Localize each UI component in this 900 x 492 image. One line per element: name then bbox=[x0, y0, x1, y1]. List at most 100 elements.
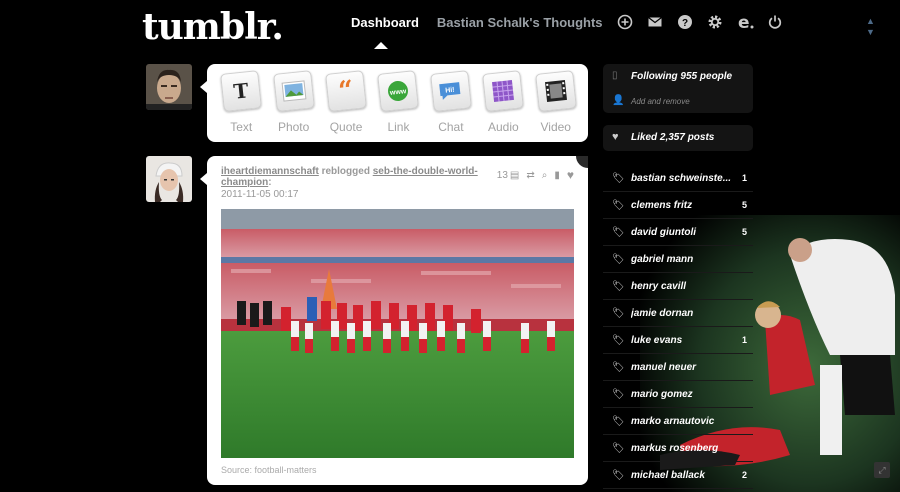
quote-icon: “ bbox=[325, 70, 367, 112]
scroll-arrows[interactable]: ▲ ▼ bbox=[866, 16, 875, 38]
tag-count: 5 bbox=[741, 200, 747, 210]
post-controls: 13 ▤ ⇄ ⌕ ▮ ♥ bbox=[490, 168, 574, 182]
help-icon[interactable]: ? bbox=[677, 14, 693, 30]
tag-row[interactable]: 🏷 mario gomez bbox=[603, 381, 753, 408]
tag-name: manuel neuer bbox=[631, 362, 697, 373]
tag-icon: 🏷 bbox=[612, 389, 625, 400]
tag-name: gabriel mann bbox=[631, 254, 694, 265]
expand-icon[interactable]: ⤢ bbox=[874, 462, 890, 478]
following-icon: ▯ bbox=[612, 70, 618, 81]
add-remove-link[interactable]: Add and remove bbox=[631, 97, 690, 106]
tag-count: 1 bbox=[741, 335, 747, 345]
nav-blog[interactable]: Bastian Schalk's Thoughts bbox=[437, 15, 603, 30]
tag-icon: 🏷 bbox=[612, 173, 625, 184]
tag-row[interactable]: 🏷 henry cavill bbox=[603, 273, 753, 300]
tag-name: luke evans bbox=[631, 335, 683, 346]
post-fold-corner[interactable] bbox=[576, 156, 588, 168]
chat-icon: Hi! bbox=[430, 70, 472, 112]
plus-circle-icon[interactable] bbox=[617, 14, 633, 30]
post-author-link[interactable]: iheartdiemannschaft bbox=[221, 166, 319, 177]
tag-row[interactable]: 🏷 jamie dornan bbox=[603, 300, 753, 327]
liked-count[interactable]: Liked 2,357 posts bbox=[631, 132, 714, 143]
tag-row[interactable]: 🏷 michael ballack 2 bbox=[603, 462, 753, 489]
tag-icon: 🏷 bbox=[612, 335, 625, 346]
tag-row[interactable]: 🏷 david giuntoli 5 bbox=[603, 219, 753, 246]
tag-row[interactable]: 🏷 luke evans 1 bbox=[603, 327, 753, 354]
post-type-link[interactable]: www Link bbox=[372, 70, 424, 142]
user-avatar[interactable] bbox=[146, 64, 192, 110]
post-type-photo[interactable]: Photo bbox=[267, 70, 319, 142]
post-date: 2011-11-05 00:17 bbox=[221, 189, 299, 200]
photo-icon bbox=[272, 70, 315, 112]
post-type-text[interactable]: T Text bbox=[215, 70, 267, 142]
post-type-label: Audio bbox=[487, 120, 519, 134]
tag-row[interactable]: 🏷 gabriel mann bbox=[603, 246, 753, 273]
post-type-video[interactable]: Video bbox=[530, 70, 582, 142]
bookmark-icon[interactable]: ▮ bbox=[554, 170, 560, 181]
svg-text:?: ? bbox=[681, 18, 687, 29]
audio-icon bbox=[482, 70, 525, 112]
post-type-quote[interactable]: “ Quote bbox=[320, 70, 372, 142]
tag-name: david giuntoli bbox=[631, 227, 696, 238]
tag-icon: 🏷 bbox=[612, 416, 625, 427]
tag-icon: 🏷 bbox=[612, 470, 625, 481]
link-icon: www bbox=[377, 70, 420, 112]
gear-icon[interactable] bbox=[707, 14, 723, 30]
post-type-label: Quote bbox=[329, 120, 363, 134]
heart-icon: ♥ bbox=[612, 131, 619, 143]
reblog-icon[interactable]: ⇄ bbox=[526, 170, 534, 181]
nav-dashboard[interactable]: Dashboard bbox=[351, 15, 419, 30]
post-card: iheartdiemannschaft reblogged seb-the-do… bbox=[207, 156, 588, 485]
post-type-chat[interactable]: Hi! Chat bbox=[425, 70, 477, 142]
post-header: iheartdiemannschaft reblogged seb-the-do… bbox=[221, 166, 478, 188]
tag-icon: 🏷 bbox=[612, 254, 625, 265]
heart-icon[interactable]: ♥ bbox=[567, 168, 574, 182]
tumblr-logo[interactable]: tumblr. bbox=[142, 6, 284, 48]
post-photo[interactable] bbox=[221, 209, 574, 458]
tag-row[interactable]: 🏷 bastian schweinste... 1 bbox=[603, 165, 753, 192]
following-box[interactable]: ▯ Following 955 people 👤 Add and remove bbox=[603, 64, 753, 113]
post-type-label: Video bbox=[540, 120, 571, 134]
tag-name: bastian schweinste... bbox=[631, 173, 732, 184]
tag-row[interactable]: 🏷 markus rosenberg bbox=[603, 435, 753, 462]
tracked-tags-list: 🏷 bastian schweinste... 1 🏷 clemens fritz 5 … bbox=[603, 165, 753, 489]
tag-icon: 🏷 bbox=[612, 281, 625, 292]
tag-name: marko arnautovic bbox=[631, 416, 715, 427]
post-action: reblogged bbox=[321, 166, 370, 177]
liked-box[interactable]: ♥ Liked 2,357 posts bbox=[603, 125, 753, 151]
post-composer: T Text Photo “ Quote www Link Hi! Chat A… bbox=[207, 64, 588, 142]
power-icon[interactable] bbox=[767, 14, 783, 30]
tag-name: markus rosenberg bbox=[631, 443, 719, 454]
tag-count: 2 bbox=[741, 470, 747, 480]
tag-row[interactable]: 🏷 marko arnautovic bbox=[603, 408, 753, 435]
post-type-audio[interactable]: Audio bbox=[477, 70, 529, 142]
svg-text:Hi!: Hi! bbox=[445, 87, 455, 95]
tag-icon: 🏷 bbox=[612, 200, 625, 211]
tag-icon: 🏷 bbox=[612, 362, 625, 373]
tag-name: michael ballack bbox=[631, 470, 705, 481]
tag-icon: 🏷 bbox=[612, 443, 625, 454]
post-pointer bbox=[200, 173, 207, 185]
post-type-label: Photo bbox=[277, 120, 310, 134]
post-source[interactable]: Source: football-matters bbox=[221, 465, 317, 475]
tag-row[interactable]: 🏷 manuel neuer bbox=[603, 354, 753, 381]
post-type-label: Link bbox=[387, 120, 410, 134]
note-count[interactable]: 13 bbox=[497, 170, 508, 181]
search-icon[interactable]: ⌕ bbox=[542, 170, 548, 181]
tag-name: henry cavill bbox=[631, 281, 687, 292]
following-count[interactable]: Following 955 people bbox=[631, 71, 732, 82]
post-type-label: Chat bbox=[438, 120, 464, 134]
svg-text:e: e bbox=[738, 14, 750, 30]
nav-icons: ? e bbox=[617, 13, 797, 33]
mail-icon[interactable] bbox=[647, 14, 663, 30]
text-icon: T bbox=[220, 70, 263, 112]
tag-count: 1 bbox=[741, 173, 747, 183]
tag-name: clemens fritz bbox=[631, 200, 693, 211]
post-type-label: Text bbox=[230, 120, 253, 134]
e-icon[interactable]: e bbox=[737, 13, 754, 33]
tag-icon: 🏷 bbox=[612, 227, 625, 238]
notes-icon[interactable]: ▤ bbox=[510, 170, 519, 181]
tag-row[interactable]: 🏷 clemens fritz 5 bbox=[603, 192, 753, 219]
tag-icon: 🏷 bbox=[612, 308, 625, 319]
post-author-avatar[interactable] bbox=[146, 156, 192, 202]
